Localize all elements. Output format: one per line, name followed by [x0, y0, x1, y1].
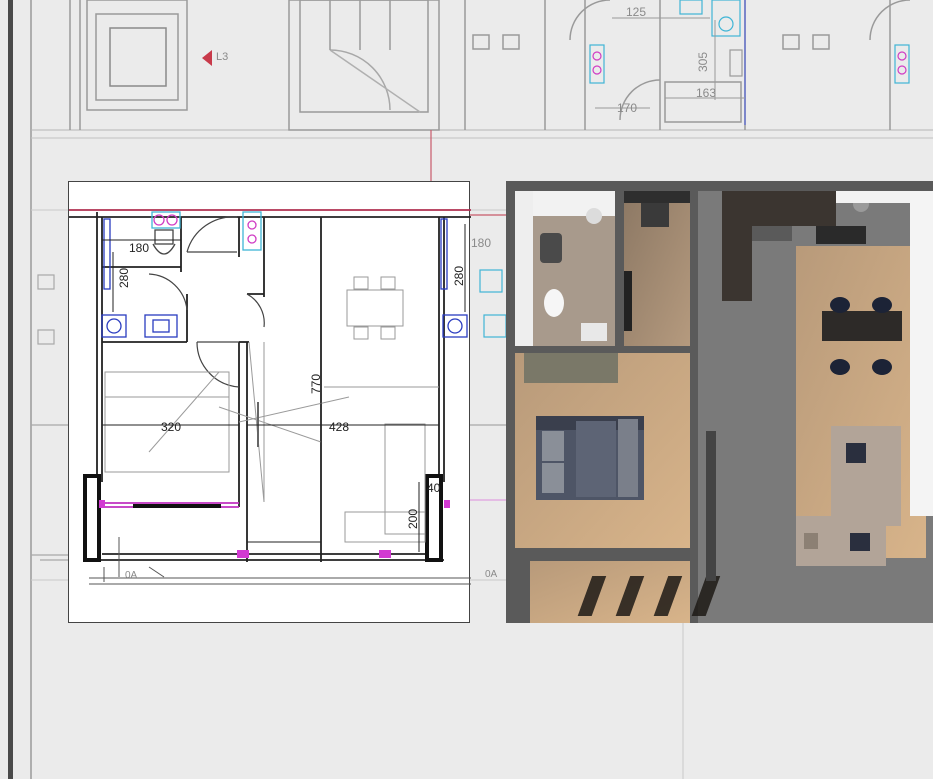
dim-right-depth: 280 — [452, 265, 467, 287]
dim-living-width: 428 — [329, 420, 350, 434]
dim-top-width-2: 163 — [696, 86, 717, 100]
dim-top-height: 305 — [696, 51, 711, 73]
door-tag: 0A — [125, 570, 138, 581]
dim-bathroom-depth: 280 — [117, 267, 132, 289]
door-tag-right: 0A — [485, 569, 498, 580]
dim-neighbor-width: 180 — [471, 236, 492, 250]
dim-wall-40: 40 — [427, 481, 441, 495]
render-3d-panel — [506, 181, 933, 623]
level-marker: L3 — [216, 51, 229, 63]
floor-plan-panel: 180 280 280 320 428 770 40 200 0A — [68, 181, 471, 623]
dim-balcony-200: 200 — [406, 508, 421, 530]
dim-top-width: 125 — [626, 5, 647, 19]
dim-bathroom-width: 180 — [129, 241, 150, 255]
render-3d-image — [506, 181, 933, 623]
dim-top-width-3: 170 — [617, 101, 638, 115]
dim-bedroom-width: 320 — [161, 420, 182, 434]
dim-unit-depth: 770 — [309, 373, 324, 395]
